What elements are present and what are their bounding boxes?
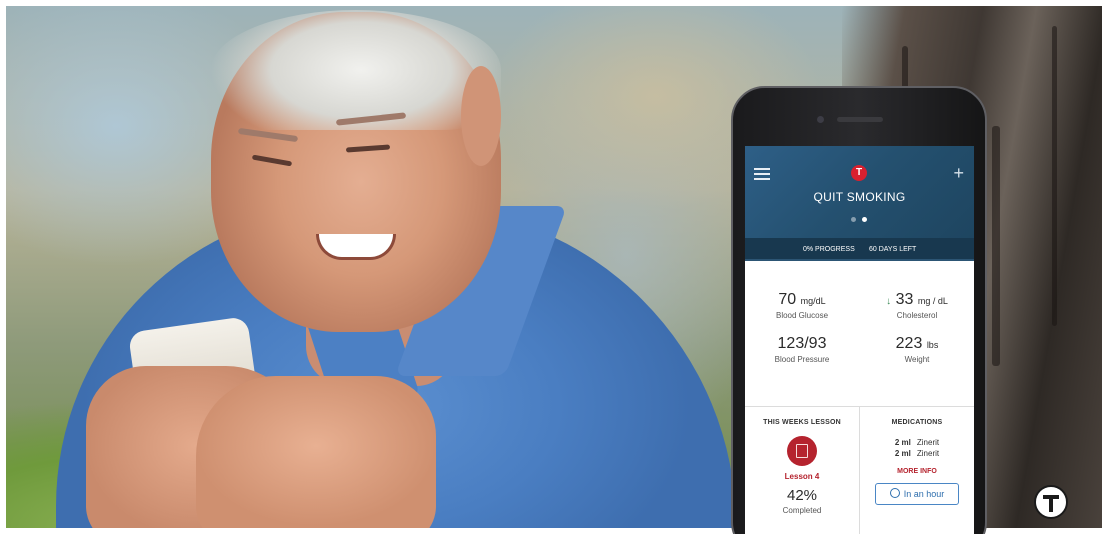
stat-value: 70 mg/dL — [778, 291, 826, 308]
front-camera — [817, 116, 824, 123]
stat-value: ↓ 33 mg / dL — [886, 291, 948, 308]
down-arrow-icon: ↓ — [886, 296, 892, 307]
lesson-percent: 42% — [786, 487, 818, 504]
man-hand-right — [196, 376, 436, 528]
stat-blood-pressure[interactable]: 123/93 Blood Pressure — [745, 335, 859, 364]
medication-item: 2 ml Zinerit — [894, 449, 940, 458]
watermark-logo-icon — [1034, 485, 1068, 519]
man-ear — [461, 66, 501, 166]
health-stats: 70 mg/dL Blood Glucose ↓ 33 mg / dL Chol… — [745, 261, 974, 406]
app-header: T + QUIT SMOKING — [745, 146, 974, 238]
days-left-label: 60 DAYS LEFT — [869, 246, 917, 253]
menu-bar — [754, 178, 770, 180]
more-info-link[interactable]: MORE INFO — [860, 468, 974, 475]
stat-label: Cholesterol — [896, 311, 938, 320]
menu-bar — [754, 173, 770, 175]
reminder-button[interactable]: In an hour — [875, 483, 959, 505]
medications-section-title: MEDICATIONS — [891, 419, 943, 426]
add-plus-icon[interactable]: + — [953, 164, 964, 182]
stat-label: Blood Pressure — [774, 355, 830, 364]
medication-item: 2 ml Zinerit — [894, 438, 940, 447]
weekly-lesson-card[interactable]: THIS WEEKS LESSON Lesson 4 42% Completed — [745, 407, 859, 534]
progress-label: 0% PROGRESS — [803, 246, 855, 253]
lesson-name: Lesson 4 — [784, 472, 820, 481]
lesson-caption: Completed — [782, 506, 822, 515]
reminder-label: In an hour — [903, 489, 945, 499]
page-dot[interactable] — [851, 217, 856, 222]
hamburger-menu-icon[interactable] — [754, 168, 770, 180]
stat-label: Blood Glucose — [775, 311, 829, 320]
progress-bar: 0% PROGRESS 60 DAYS LEFT — [745, 238, 974, 261]
earpiece-speaker — [837, 117, 883, 122]
stat-label: Weight — [904, 355, 930, 364]
book-icon — [787, 436, 817, 466]
stat-cholesterol[interactable]: ↓ 33 mg / dL Cholesterol — [860, 291, 974, 320]
page-indicator — [849, 217, 871, 223]
bark-texture — [1052, 26, 1057, 326]
medications-card: MEDICATIONS 2 ml Zinerit 2 ml Zinerit MORE… — [860, 407, 974, 534]
app-title: QUIT SMOKING — [813, 190, 906, 204]
logo-t-stem — [1049, 498, 1053, 512]
menu-bar — [754, 168, 770, 170]
app-screen: T + QUIT SMOKING 0% PROGRESS 60 DAYS LEF… — [745, 146, 974, 534]
medication-list: 2 ml Zinerit 2 ml Zinerit — [860, 438, 974, 458]
stat-weight[interactable]: 223 lbs Weight — [860, 335, 974, 364]
man-hair — [211, 10, 501, 130]
bark-texture — [992, 126, 1000, 366]
lesson-section-title: THIS WEEKS LESSON — [763, 419, 841, 426]
page-dot-active[interactable] — [862, 217, 867, 222]
stat-blood-glucose[interactable]: 70 mg/dL Blood Glucose — [745, 291, 859, 320]
stat-value: 123/93 — [777, 335, 827, 352]
alarm-clock-icon — [889, 488, 900, 498]
book-shape — [796, 444, 808, 458]
stat-value: 223 lbs — [895, 335, 939, 352]
heart-logo-icon: T — [851, 165, 867, 181]
